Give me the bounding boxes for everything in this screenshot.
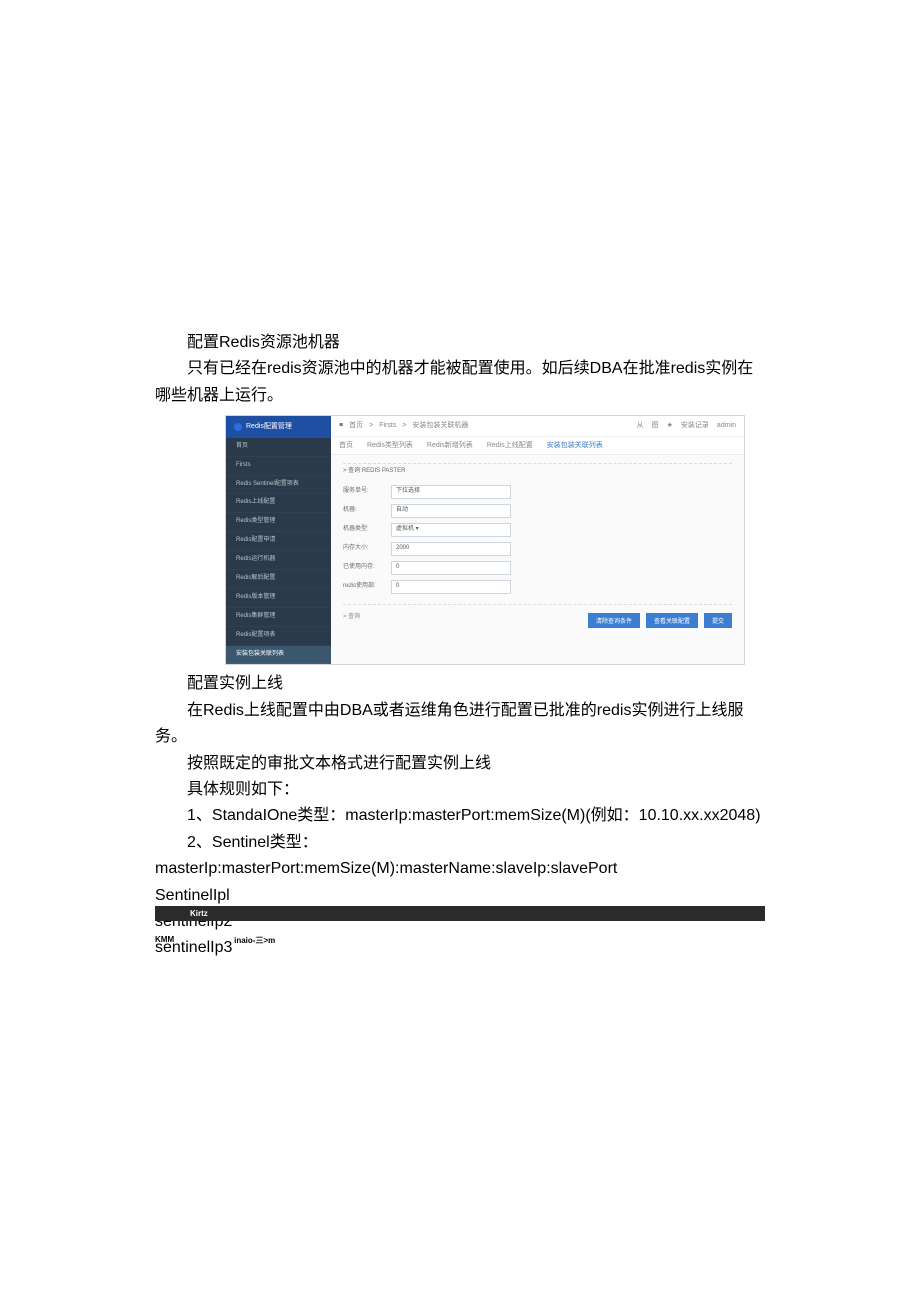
breadcrumb-p2[interactable]: 安装包装关联机器: [412, 420, 468, 432]
heading-instance-online: 配置实例上线: [155, 671, 765, 697]
tab-new-list[interactable]: Redis新增列表: [427, 440, 473, 452]
paragraph-format-desc: 按照既定的审批文本格式进行配置实例上线: [155, 751, 765, 777]
field-ticket[interactable]: 下拉选择: [391, 485, 511, 499]
view-assoc-button[interactable]: 查看关联配置: [646, 613, 698, 628]
sidebar-item-sentinel-config[interactable]: Redis Sentinel配置项表: [226, 476, 331, 495]
user-menu[interactable]: admin: [717, 420, 736, 432]
footer-kmm: KMM: [155, 935, 174, 946]
submit-button[interactable]: 提交: [704, 613, 732, 628]
field-machine[interactable]: 自动: [391, 504, 511, 518]
tab-type-list[interactable]: Redis类型列表: [367, 440, 413, 452]
document-body: 配置Redis资源池机器 只有已经在redis资源池中的机器才能被配置使用。如后…: [0, 0, 920, 962]
query-subheader[interactable]: > 查询: [343, 613, 360, 628]
label-used-mem: 已使用内存:: [343, 563, 391, 573]
rule-standalone: 1、StandaIOne类型：masterIp:masterPort:memSi…: [155, 803, 765, 829]
hamburger-icon[interactable]: ≡: [339, 420, 343, 432]
field-mem-size[interactable]: 2000: [391, 542, 511, 556]
label-machine-type: 机器类型:: [343, 525, 391, 535]
paragraph-rules-header: 具体规则如下：: [155, 777, 765, 803]
sidebar-item-cluster-mgmt[interactable]: Redis集群管理: [226, 608, 331, 627]
tab-online-config[interactable]: Redis上线配置: [487, 440, 533, 452]
rule-sentinel-format: masterIp:masterPort:memSize(M):masterNam…: [155, 856, 765, 882]
paragraph-online-desc: 在Redis上线配置中由DBA或者运维角色进行配置已批准的redis实例进行上线…: [155, 698, 765, 751]
app-title: Redis配置管理: [246, 421, 292, 433]
sidebar-item-config-list[interactable]: Redis配置项表: [226, 627, 331, 646]
footer-bar: Kirtz: [155, 906, 765, 921]
footer-title: Kirtz: [190, 909, 208, 918]
sidebar-item-version-mgmt[interactable]: Redis版本管理: [226, 589, 331, 608]
rule-sentinel-header: 2、Sentinel类型：: [155, 830, 765, 856]
tab-home[interactable]: 首页: [339, 440, 353, 452]
sidebar-item-config-apply[interactable]: Redis配置申请: [226, 532, 331, 551]
sidebar-item-type-mgmt[interactable]: Redis类型管理: [226, 513, 331, 532]
footer-sub: KMM inaio-三>m: [155, 935, 275, 946]
label-redis-use: redis使用部:: [343, 582, 391, 592]
paragraph-pool-desc: 只有已经在redis资源池中的机器才能被配置使用。如后续DBA在批准redis实…: [155, 356, 765, 409]
footer-raw: inaio-三>m: [234, 935, 275, 946]
label-ticket: 服务单号:: [343, 487, 391, 497]
tab-bar: 首页 Redis类型列表 Redis新增列表 Redis上线配置 安装包装关联列…: [331, 437, 744, 456]
clear-button[interactable]: 清除查询条件: [588, 613, 640, 628]
top-action-install-log[interactable]: 安装记录: [681, 420, 709, 432]
breadcrumb-home[interactable]: 首页: [349, 420, 363, 432]
app-sidebar: Redis配置管理 首页 Firsts Redis Sentinel配置项表 R…: [226, 416, 331, 664]
sidebar-item-pkg-assoc[interactable]: 安装包装关联列表: [226, 646, 331, 665]
heading-config-pool: 配置Redis资源池机器: [155, 330, 765, 356]
label-mem-size: 内存大小:: [343, 544, 391, 554]
top-action-a[interactable]: 从: [637, 420, 644, 432]
sidebar-item-firsts[interactable]: Firsts: [226, 457, 331, 476]
top-action-star[interactable]: ★: [667, 420, 673, 432]
label-machine: 机器:: [343, 506, 391, 516]
logo-icon: [234, 423, 242, 431]
top-action-b[interactable]: 图: [652, 420, 659, 432]
sidebar-item-home[interactable]: 首页: [226, 438, 331, 457]
query-section-header[interactable]: > 查询 REDIS PASTER: [343, 463, 732, 480]
sidebar-item-run-machine[interactable]: Redis运行机器: [226, 551, 331, 570]
app-logo: Redis配置管理: [226, 416, 331, 438]
breadcrumb-p1[interactable]: Firsts: [379, 420, 396, 432]
sentinel-ip-1: SentinelIpl: [155, 883, 765, 909]
tab-pkg-assoc[interactable]: 安装包装关联列表: [547, 440, 603, 452]
form-panel: > 查询 REDIS PASTER 服务单号: 下拉选择 机器: 自动 机器类型…: [331, 455, 744, 664]
sidebar-item-post-config[interactable]: Redis解后配置: [226, 570, 331, 589]
field-redis-use[interactable]: 0: [391, 580, 511, 594]
sidebar-item-online-config[interactable]: Redis上线配置: [226, 494, 331, 513]
field-used-mem[interactable]: 0: [391, 561, 511, 575]
embedded-screenshot: Redis配置管理 首页 Firsts Redis Sentinel配置项表 R…: [225, 415, 745, 665]
breadcrumb-bar: ≡ 首页 > Firsts > 安装包装关联机器 从 图 ★ 安装记录 admi…: [331, 416, 744, 437]
field-machine-type[interactable]: 虚拟机 ▾: [391, 523, 511, 537]
